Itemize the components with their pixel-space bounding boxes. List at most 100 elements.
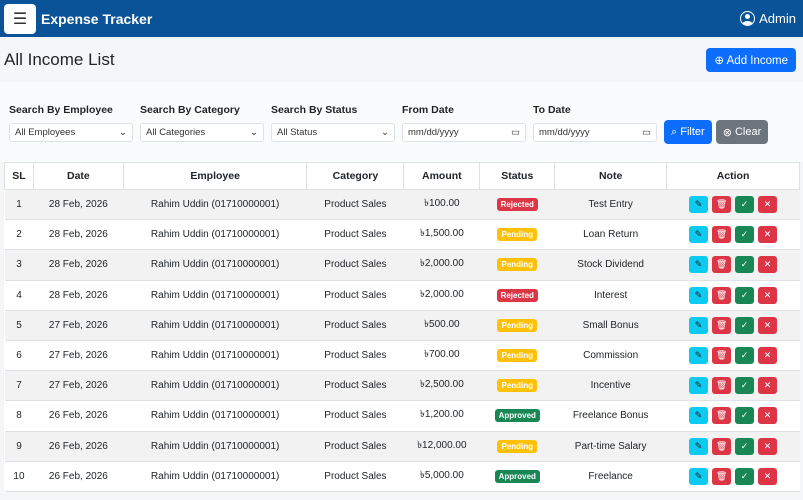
edit-button[interactable]: ✎ [689,286,709,304]
approve-button[interactable]: ✓ [735,377,755,395]
date-cell: 28 Feb, 2026 [33,249,124,281]
approve-button[interactable]: ✓ [735,286,755,304]
column-header: Employee [122,162,308,190]
delete-icon: 🗑 [715,229,728,240]
edit-button[interactable]: ✎ [689,196,709,214]
add-income-label: Add Income [726,54,788,67]
approve-button[interactable]: ✓ [735,467,755,485]
action-cell: ✎ 🗑 ✓ ✕ [666,249,800,281]
column-header: Action [666,162,800,190]
edit-button[interactable]: ✎ [689,437,709,455]
delete-button[interactable]: 🗑 [712,196,732,214]
delete-icon: 🗑 [715,470,728,481]
table-row: 6 27 Feb, 2026 Rahim Uddin (01710000001) Pr… [4,340,800,372]
from-date-label: From Date [402,104,454,116]
category-cell: Product Sales [306,400,404,432]
edit-icon: ✎ [694,229,703,240]
to-date-input[interactable]: mm/dd/yyyy ▭ [533,123,657,142]
brand[interactable]: Expense Tracker [41,11,152,27]
edit-button[interactable]: ✎ [689,377,709,395]
amount-cell: ৳500.00 [403,310,480,341]
approve-button[interactable]: ✓ [735,316,755,334]
employee-filter-label: Search By Employee [9,104,113,116]
reject-button[interactable]: ✕ [758,226,778,244]
reject-button[interactable]: ✕ [758,347,778,365]
x-circle-icon: ⊗ [722,126,732,139]
clear-button[interactable]: ⊗ Clear [715,120,769,144]
reject-button[interactable]: ✕ [758,467,778,485]
category-select[interactable]: All Categories ⌄ [140,123,264,142]
edit-button[interactable]: ✎ [689,256,709,274]
edit-icon: ✎ [694,350,703,361]
sl-cell: 7 [4,370,34,402]
delete-button[interactable]: 🗑 [712,377,732,395]
reject-button[interactable]: ✕ [758,437,778,455]
employee-cell: Rahim Uddin (01710000001) [123,280,307,311]
user-menu[interactable]: Admin [740,11,799,26]
approve-button[interactable]: ✓ [735,437,755,455]
note-cell: Small Bonus [554,310,667,341]
status-badge: Rejected [496,198,538,212]
status-cell: Rejected [479,280,555,311]
delete-button[interactable]: 🗑 [712,467,732,485]
reject-icon: ✕ [763,289,772,300]
column-header: Status [479,162,556,190]
delete-icon: 🗑 [715,350,728,361]
amount-cell: ৳700.00 [403,340,480,372]
category-filter-label: Search By Category [140,104,240,116]
approve-button[interactable]: ✓ [735,347,755,365]
edit-button[interactable]: ✎ [689,226,709,244]
delete-button[interactable]: 🗑 [712,347,732,365]
clear-label: Clear [734,126,762,138]
delete-button[interactable]: 🗑 [712,286,732,304]
note-cell: Freelance Bonus [554,400,667,432]
note-cell: Test Entry [554,189,667,221]
calendar-icon[interactable]: ▭ [511,127,520,138]
from-date-input[interactable]: mm/dd/yyyy ▭ [402,123,526,142]
delete-button[interactable]: 🗑 [712,407,732,425]
delete-button[interactable]: 🗑 [712,226,732,244]
delete-button[interactable]: 🗑 [712,256,732,274]
status-select[interactable]: All Status ⌄ [271,123,395,142]
menu-toggle-button[interactable]: ☰ [4,3,36,34]
edit-icon: ✎ [694,289,703,300]
approve-button[interactable]: ✓ [735,226,755,244]
navbar: ☰ Expense Tracker Admin [0,0,803,37]
chevron-down-icon: ⌄ [381,127,389,138]
edit-button[interactable]: ✎ [689,407,709,425]
column-header: Note [554,162,668,190]
category-cell: Product Sales [306,249,404,281]
category-cell: Product Sales [306,340,404,372]
reject-button[interactable]: ✕ [758,377,778,395]
approve-button[interactable]: ✓ [735,256,755,274]
filter-label: Filter [680,126,705,138]
category-cell: Product Sales [306,431,404,462]
delete-button[interactable]: 🗑 [712,437,732,455]
reject-button[interactable]: ✕ [758,286,778,304]
column-header: Category [306,162,405,190]
employee-select[interactable]: All Employees ⌄ [9,123,133,142]
delete-button[interactable]: 🗑 [712,316,732,334]
edit-icon: ✎ [694,410,703,421]
reject-button[interactable]: ✕ [758,407,778,425]
table-row: 10 26 Feb, 2026 Rahim Uddin (01710000001) P… [4,461,800,492]
table-row: 2 28 Feb, 2026 Rahim Uddin (01710000001) Pr… [4,219,800,251]
calendar-icon[interactable]: ▭ [642,127,651,138]
amount-cell: ৳100.00 [403,189,480,221]
reject-button[interactable]: ✕ [758,316,778,334]
filter-button[interactable]: ⌕ Filter [664,120,712,144]
edit-button[interactable]: ✎ [689,316,709,334]
to-date-label: To Date [533,104,571,116]
approve-button[interactable]: ✓ [735,407,755,425]
action-cell: ✎ 🗑 ✓ ✕ [666,219,800,251]
reject-button[interactable]: ✕ [758,256,778,274]
reject-button[interactable]: ✕ [758,196,778,214]
approve-button[interactable]: ✓ [735,196,755,214]
add-income-button[interactable]: ⊕ Add Income [706,47,796,72]
action-cell: ✎ 🗑 ✓ ✕ [666,461,800,492]
edit-button[interactable]: ✎ [689,467,709,485]
edit-button[interactable]: ✎ [689,347,709,365]
reject-icon: ✕ [763,380,772,391]
date-cell: 27 Feb, 2026 [33,370,124,402]
sl-cell: 6 [4,340,34,372]
